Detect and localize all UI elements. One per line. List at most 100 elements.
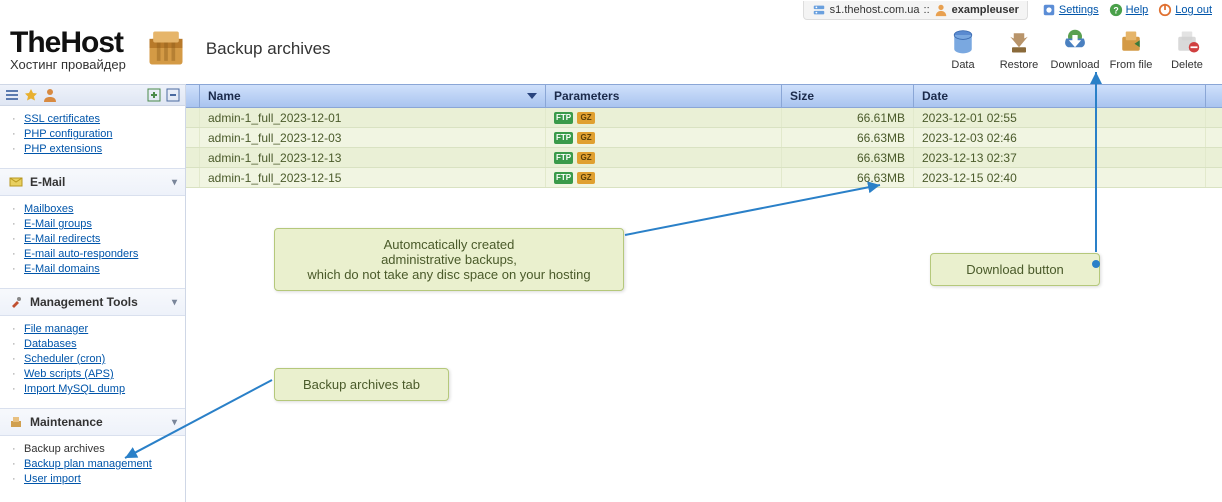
row-name: admin-1_full_2023-12-01 (200, 108, 546, 127)
sidebar-item-edomains[interactable]: E-Mail domains (24, 263, 100, 275)
sidebar-item-phpext[interactable]: PHP extensions (24, 143, 102, 155)
gz-badge: GZ (577, 132, 595, 144)
collapse-icon[interactable] (165, 87, 181, 103)
row-select[interactable] (186, 168, 200, 187)
mail-icon (8, 174, 24, 190)
sidebar-head-email[interactable]: E-Mail ▾ (0, 168, 185, 196)
col-name[interactable]: Name (200, 85, 546, 107)
sidebar-item-backup-archives[interactable]: Backup archives (24, 443, 105, 455)
sidebar-item-aps[interactable]: Web scripts (APS) (24, 368, 114, 380)
brand-tagline: Хостинг провайдер (10, 58, 126, 71)
table-row[interactable]: admin-1_full_2023-12-13FTPGZ66.63MB2023-… (186, 148, 1222, 168)
logout-icon (1158, 3, 1172, 17)
table-row[interactable]: admin-1_full_2023-12-15FTPGZ66.63MB2023-… (186, 168, 1222, 188)
sidebar: SSL certificates PHP configuration PHP e… (0, 84, 186, 502)
row-select[interactable] (186, 128, 200, 147)
star-icon[interactable] (23, 87, 39, 103)
table-header: Name Parameters Size Date (186, 84, 1222, 108)
svg-text:?: ? (1113, 6, 1118, 16)
sidebar-tools-list: File manager Databases Scheduler (cron) … (0, 316, 185, 408)
expand-icon[interactable] (146, 87, 162, 103)
settings-icon (1042, 3, 1056, 17)
gz-badge: GZ (577, 172, 595, 184)
sort-desc-icon (527, 93, 537, 99)
fromfile-button[interactable]: From file (1106, 28, 1156, 71)
sidebar-item-phpconf[interactable]: PHP configuration (24, 128, 112, 140)
delete-button[interactable]: Delete (1162, 28, 1212, 71)
ftp-badge: FTP (554, 152, 573, 164)
sidebar-item-cron[interactable]: Scheduler (cron) (24, 353, 105, 365)
help-link[interactable]: ? Help (1109, 3, 1149, 17)
col-size[interactable]: Size (782, 85, 914, 107)
top-meta-bar: s1.thehost.com.ua :: exampleuser Setting… (803, 0, 1216, 20)
app-icon (144, 26, 188, 73)
maint-icon (8, 414, 24, 430)
col-date[interactable]: Date (914, 85, 1206, 107)
page-title: Backup archives (206, 39, 331, 59)
server-name: s1.thehost.com.ua (830, 4, 920, 16)
fromfile-icon (1117, 28, 1145, 56)
sidebar-maint-list: Backup archives Backup plan management U… (0, 436, 185, 498)
sidebar-top-list: SSL certificates PHP configuration PHP e… (0, 106, 185, 168)
server-user-pill: s1.thehost.com.ua :: exampleuser (803, 1, 1028, 20)
restore-button[interactable]: Restore (994, 28, 1044, 71)
server-icon (812, 3, 826, 17)
sidebar-item-eredirects[interactable]: E-Mail redirects (24, 233, 100, 245)
server-user-sep: :: (924, 4, 930, 16)
sidebar-item-egroups[interactable]: E-Mail groups (24, 218, 92, 230)
callout-auto-backups: Automcatically createdadministrative bac… (274, 228, 624, 291)
download-icon (1061, 28, 1089, 56)
ftp-badge: FTP (554, 172, 573, 184)
sidebar-item-filemgr[interactable]: File manager (24, 323, 88, 335)
content: Name Parameters Size Date admin-1_full_2… (186, 84, 1222, 502)
top-links: Settings ? Help Log out (1038, 1, 1216, 19)
row-params: FTP GZ (546, 148, 782, 167)
row-date: 2023-12-15 02:40 (914, 168, 1206, 187)
settings-link[interactable]: Settings (1042, 3, 1099, 17)
sidebar-item-user-import[interactable]: User import (24, 473, 81, 485)
table-row[interactable]: admin-1_full_2023-12-01FTPGZ66.61MB2023-… (186, 108, 1222, 128)
col-select[interactable] (186, 85, 200, 107)
ftp-badge: FTP (554, 112, 573, 124)
row-params: FTP GZ (546, 168, 782, 187)
user-icon (934, 3, 948, 17)
col-menu[interactable] (1206, 85, 1222, 107)
table-body: admin-1_full_2023-12-01FTPGZ66.61MB2023-… (186, 108, 1222, 188)
data-icon (949, 28, 977, 56)
col-params[interactable]: Parameters (546, 85, 782, 107)
sidebar-item-ssl[interactable]: SSL certificates (24, 113, 100, 125)
row-select[interactable] (186, 148, 200, 167)
delete-icon (1173, 28, 1201, 56)
restore-icon (1005, 28, 1033, 56)
sidebar-item-databases[interactable]: Databases (24, 338, 77, 350)
tools-icon (8, 294, 24, 310)
header: TheHost Хостинг провайдер Backup archive… (10, 22, 1212, 76)
row-select[interactable] (186, 108, 200, 127)
row-name: admin-1_full_2023-12-15 (200, 168, 546, 187)
chevron-down-icon: ▾ (172, 177, 177, 188)
callout-download: Download button (930, 253, 1100, 286)
logout-link[interactable]: Log out (1158, 3, 1212, 17)
row-name: admin-1_full_2023-12-03 (200, 128, 546, 147)
help-icon: ? (1109, 3, 1123, 17)
row-date: 2023-12-03 02:46 (914, 128, 1206, 147)
row-size: 66.63MB (782, 128, 914, 147)
user-small-icon[interactable] (42, 87, 58, 103)
sidebar-item-mailboxes[interactable]: Mailboxes (24, 203, 74, 215)
sidebar-item-mysql[interactable]: Import MySQL dump (24, 383, 125, 395)
chevron-down-icon: ▾ (172, 417, 177, 428)
user-name: exampleuser (952, 4, 1019, 16)
sidebar-item-backup-plan[interactable]: Backup plan management (24, 458, 152, 470)
row-params: FTPGZ (546, 128, 782, 147)
data-button[interactable]: Data (938, 28, 988, 71)
table-row[interactable]: admin-1_full_2023-12-03FTPGZ66.63MB2023-… (186, 128, 1222, 148)
sidebar-head-tools[interactable]: Management Tools ▾ (0, 288, 185, 316)
hamburger-icon[interactable] (4, 87, 20, 103)
row-date: 2023-12-01 02:55 (914, 108, 1206, 127)
row-size: 66.61MB (782, 108, 914, 127)
brand-name: TheHost (10, 28, 126, 58)
sidebar-item-eautoresp[interactable]: E-mail auto-responders (24, 248, 138, 260)
gz-badge: GZ (577, 152, 595, 164)
download-button[interactable]: Download (1050, 28, 1100, 71)
sidebar-head-maint[interactable]: Maintenance ▾ (0, 408, 185, 436)
